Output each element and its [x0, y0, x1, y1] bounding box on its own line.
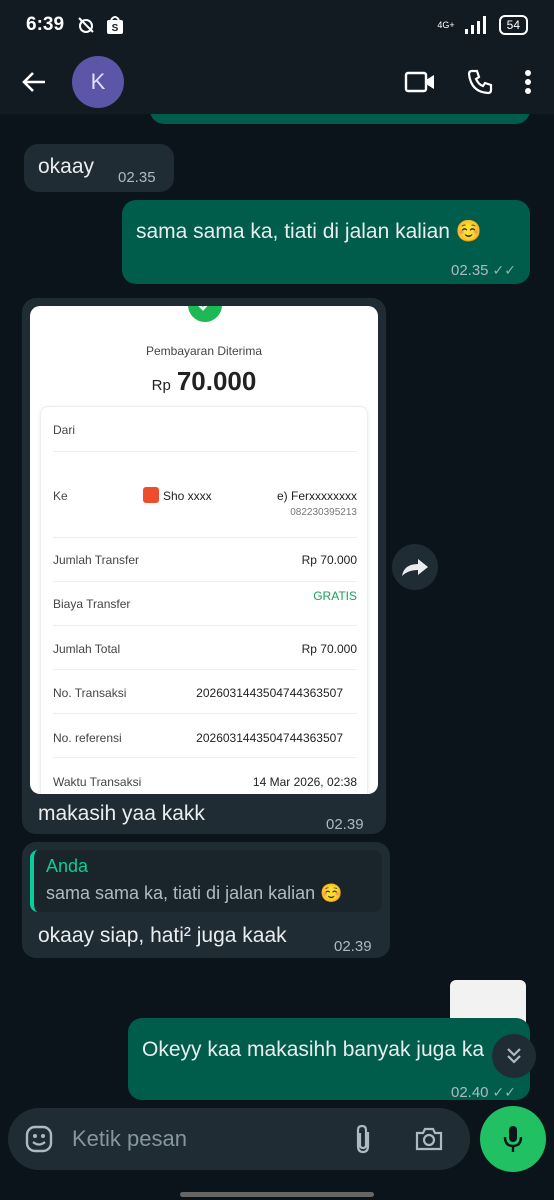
receipt-image[interactable]: Pembayaran Diterima Rp 70.000 Dari Ke Sho…: [30, 306, 378, 794]
row-value: Rp 70.000: [301, 553, 357, 567]
shopee-logo-icon: [143, 487, 159, 503]
row-value: 2026031443504744363507: [196, 731, 343, 745]
message-input-box: [8, 1108, 470, 1170]
row-label: Jumlah Total: [53, 642, 121, 656]
check-circle-icon: [188, 306, 222, 322]
row-jumlah-total: Jumlah Total Rp 70.000: [53, 642, 357, 656]
row-value: e) Ferxxxxxxxx: [276, 489, 357, 503]
message-text: okaay: [38, 155, 95, 178]
row-waktu: Waktu Transaksi 14 Mar 2026, 02:38: [53, 775, 357, 789]
quoted-text: sama sama ka, tiati di jalan kalian ☺️: [46, 883, 343, 903]
read-ticks-icon: ✓✓: [492, 1084, 516, 1100]
chat-header: K: [0, 50, 554, 114]
mic-icon: [503, 1126, 523, 1152]
quoted-sender: Anda: [46, 856, 89, 876]
svg-text:S: S: [112, 23, 119, 34]
divider: [53, 713, 357, 714]
status-time: 6:39: [26, 14, 65, 35]
signal-icon: [464, 16, 486, 34]
input-bar: [0, 1100, 554, 1200]
row-label: No. Transaksi: [53, 686, 127, 700]
attach-icon[interactable]: [352, 1123, 374, 1155]
quoted-message[interactable]: Anda sama sama ka, tiati di jalan kalian…: [30, 850, 382, 912]
message-time-text: 02.35: [450, 262, 489, 279]
row-label: Jumlah Transfer: [53, 553, 140, 567]
message-input[interactable]: [72, 1126, 332, 1152]
message-time: 02.40 ✓✓: [451, 1084, 516, 1100]
receipt-title: Pembayaran Diterima: [145, 344, 263, 358]
row-value: Rp 70.000: [301, 642, 357, 656]
message-incoming[interactable]: okaay 02.35: [24, 144, 174, 192]
message-time: 02.35 ✓✓: [451, 262, 516, 279]
divider: [53, 757, 357, 758]
receipt-amount: Rp 70.000: [30, 366, 378, 397]
row-ke: Ke Sho xxxx e) Ferxxxxxxxx 082230395213: [53, 487, 357, 518]
row-label: Ke: [53, 489, 68, 503]
phone-icon[interactable]: [466, 68, 494, 96]
receipt-amount-value: 70.000: [176, 366, 257, 396]
row-label: Biaya Transfer: [53, 597, 131, 611]
receipt-currency: Rp: [151, 377, 171, 394]
double-chevron-down-icon: [507, 1048, 521, 1064]
forward-button[interactable]: [392, 544, 438, 590]
divider: [53, 451, 357, 452]
row-value: GRATIS: [313, 589, 357, 603]
message-time-text: 02.40: [450, 1084, 489, 1100]
message-text: Okeyy kaa makasihh banyak juga ka: [142, 1038, 485, 1061]
message-time: 02.39: [326, 816, 364, 833]
scroll-to-bottom-button[interactable]: [492, 1034, 536, 1078]
camera-icon[interactable]: [414, 1126, 444, 1152]
message-caption: makasih yaa kakk: [38, 802, 205, 825]
video-call-icon[interactable]: [404, 70, 436, 94]
avatar[interactable]: K: [72, 56, 124, 108]
more-vert-icon[interactable]: [524, 69, 532, 95]
receipt-detail-card: Dari Ke Sho xxxx e) Ferxxxxxxxx 08223039…: [40, 406, 368, 794]
mic-button[interactable]: [480, 1106, 546, 1172]
home-indicator: [180, 1192, 374, 1197]
chat-area[interactable]: okaay 02.35 sama sama ka, tiati di jalan…: [0, 114, 554, 1100]
divider: [53, 669, 357, 670]
row-no-referensi: No. referensi 2026031443504744363507: [53, 731, 357, 745]
row-label: Dari: [53, 423, 76, 437]
row-dari: Dari: [53, 423, 357, 437]
forward-icon: [402, 559, 428, 576]
emoji-icon[interactable]: [24, 1124, 54, 1154]
row-biaya-transfer: Biaya Transfer GRATIS: [53, 589, 357, 611]
row-value: 14 Mar 2026, 02:38: [252, 775, 357, 789]
arrow-left-icon: [22, 72, 45, 92]
message-bubble-partial: [150, 114, 530, 124]
row-phone: 082230395213: [290, 507, 357, 518]
row-label: Waktu Transaksi: [53, 775, 142, 789]
row-value: 2026031443504744363507: [196, 686, 343, 700]
battery-indicator: 54: [498, 15, 528, 35]
row-label: No. referensi: [53, 731, 122, 745]
message-text: okaay siap, hati² juga kaak: [38, 924, 287, 947]
message-time: 02.39: [334, 938, 372, 955]
message-outgoing[interactable]: sama sama ka, tiati di jalan kalian ☺️ 0…: [122, 200, 530, 284]
divider: [53, 625, 357, 626]
network-label: 4G+: [437, 19, 455, 30]
message-text: sama sama ka, tiati di jalan kalian ☺️: [136, 220, 482, 243]
read-ticks-icon: ✓✓: [492, 262, 516, 278]
row-value: Sho xxxx: [163, 489, 212, 503]
row-no-transaksi: No. Transaksi 2026031443504744363507: [53, 686, 357, 700]
shopee-icon: S: [107, 16, 124, 34]
row-jumlah-transfer: Jumlah Transfer Rp 70.000: [53, 553, 357, 567]
divider: [53, 581, 357, 582]
alarm-off-icon: [78, 17, 94, 33]
message-time: 02.35: [118, 169, 156, 186]
message-outgoing[interactable]: Okeyy kaa makasihh banyak juga ka 02.40 ✓…: [128, 1018, 530, 1100]
back-button[interactable]: [14, 62, 54, 102]
status-bar: 6:39 S 4G+ 54: [0, 0, 554, 50]
divider: [53, 537, 357, 538]
